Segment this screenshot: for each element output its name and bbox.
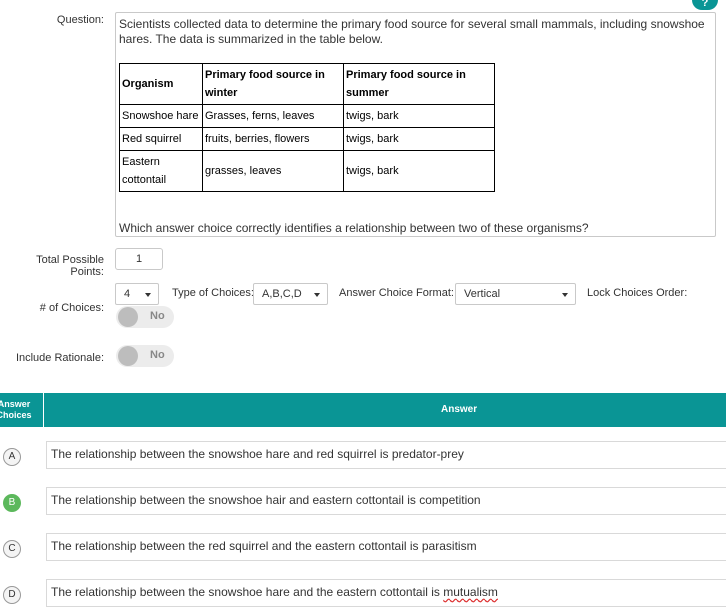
rationale-toggle[interactable]: No xyxy=(116,345,174,367)
choice-letter-c[interactable]: C xyxy=(3,540,21,558)
misspelled-word: mutualism xyxy=(443,585,498,599)
answer-input-b[interactable]: The relationship between the snowshoe ha… xyxy=(46,487,726,515)
toggle-knob xyxy=(118,346,138,366)
chevron-down-icon xyxy=(145,293,151,297)
choice-letter-a[interactable]: A xyxy=(3,448,21,466)
rationale-toggle-label: No xyxy=(150,349,165,361)
table-row: Red squirrel fruits, berries, flowers tw… xyxy=(119,127,495,151)
table-cell: twigs, bark xyxy=(343,150,495,192)
answer-input-d[interactable]: The relationship between the snowshoe ha… xyxy=(46,579,726,607)
choice-type-value: A,B,C,D xyxy=(262,288,302,300)
table-cell: twigs, bark xyxy=(343,127,495,151)
choice-type-select[interactable]: A,B,C,D xyxy=(253,283,328,305)
table-cell: Red squirrel xyxy=(119,127,203,151)
table-cell: Snowshoe hare xyxy=(119,104,203,128)
format-value: Vertical xyxy=(464,288,501,300)
choice-type-label: Type of Choices: xyxy=(172,287,254,299)
answer-input-a[interactable]: The relationship between the snowshoe ha… xyxy=(46,441,726,469)
choices-label: # of Choices: xyxy=(39,302,104,314)
choices-count-select[interactable]: 4 xyxy=(115,283,159,305)
table-cell: grasses, leaves xyxy=(202,150,344,192)
toggle-knob xyxy=(118,307,138,327)
format-label: Answer Choice Format: xyxy=(339,287,454,299)
table-header: Primary food source in summer xyxy=(343,63,495,105)
table-cell: Eastern cottontail xyxy=(119,150,203,192)
chevron-down-icon xyxy=(562,293,568,297)
choices-count-value: 4 xyxy=(124,288,131,300)
lock-order-toggle[interactable]: No xyxy=(116,306,174,328)
table-row: Snowshoe hare Grasses, ferns, leaves twi… xyxy=(119,104,495,128)
question-label: Question: xyxy=(56,14,104,26)
choice-letter-b[interactable]: B xyxy=(3,494,21,512)
lock-order-label: Lock Choices Order: xyxy=(587,287,688,299)
question-editor[interactable]: Scientists collected data to determine t… xyxy=(115,12,716,237)
answers-header: Answer Choices Answer xyxy=(0,393,726,427)
table-row: Eastern cottontail grasses, leaves twigs… xyxy=(119,150,495,192)
help-icon[interactable]: ? xyxy=(692,0,718,10)
food-source-table: Organism Primary food source in winter P… xyxy=(119,63,495,192)
chevron-down-icon xyxy=(314,293,320,297)
table-header: Primary food source in winter xyxy=(202,63,344,105)
table-cell: fruits, berries, flowers xyxy=(202,127,344,151)
points-label: Total Possible Points: xyxy=(36,254,104,278)
table-cell: Grasses, ferns, leaves xyxy=(202,104,344,128)
question-text: Scientists collected data to determine t… xyxy=(119,17,705,46)
answer-header: Answer xyxy=(441,404,478,415)
choice-letter-d[interactable]: D xyxy=(3,586,21,604)
question-prompt: Which answer choice correctly identifies… xyxy=(119,221,589,235)
table-cell: twigs, bark xyxy=(343,104,495,128)
format-select[interactable]: Vertical xyxy=(455,283,576,305)
table-header: Organism xyxy=(119,63,203,105)
answer-input-c[interactable]: The relationship between the red squirre… xyxy=(46,533,726,561)
answer-choices-header: Answer Choices xyxy=(0,399,32,420)
rationale-label: Include Rationale: xyxy=(15,352,104,364)
answer-text-d: The relationship between the snowshoe ha… xyxy=(51,585,444,599)
lock-order-toggle-label: No xyxy=(150,310,165,322)
points-input[interactable]: 1 xyxy=(115,248,163,270)
header-divider xyxy=(43,393,44,427)
